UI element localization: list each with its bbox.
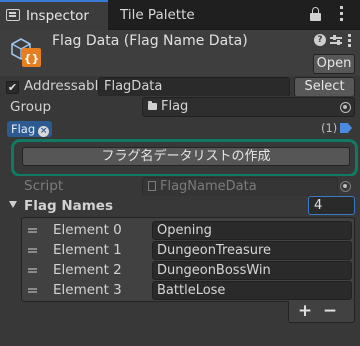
- inspector-bottom-space: [0, 326, 360, 346]
- drag-handle-icon[interactable]: [28, 248, 37, 250]
- remove-element-button[interactable]: −: [319, 302, 341, 320]
- label-count: (1): [321, 121, 338, 135]
- group-target-icon[interactable]: [340, 102, 351, 113]
- window-tab-bar: Inspector Tile Palette: [0, 0, 360, 30]
- script-field: FlagNameData: [142, 177, 338, 197]
- flag-names-label: Flag Names: [24, 198, 113, 214]
- tab-tile-palette-label: Tile Palette: [120, 7, 195, 23]
- label-chip[interactable]: Flag ×: [7, 121, 53, 137]
- script-value: FlagNameData: [160, 179, 257, 194]
- svg-text:{}: {}: [24, 52, 40, 65]
- element-value-field[interactable]: Opening: [152, 221, 352, 240]
- element-value-field[interactable]: DungeonBossWin: [152, 261, 352, 280]
- group-dropdown[interactable]: Flag: [142, 97, 355, 117]
- kebab-menu-icon[interactable]: [348, 34, 351, 48]
- script-target-icon: [340, 181, 351, 192]
- group-row: Group Flag: [0, 96, 360, 118]
- group-value: Flag: [161, 99, 189, 114]
- tag-icon[interactable]: [340, 123, 352, 133]
- list-item: Element 0 Opening: [22, 220, 354, 240]
- list-item: Element 3 BattleLose: [22, 280, 354, 300]
- tab-tile-palette[interactable]: Tile Palette: [120, 0, 195, 30]
- lock-icon[interactable]: [310, 7, 321, 21]
- list-item: Element 2 DungeonBossWin: [22, 260, 354, 280]
- element-label: Element 2: [53, 262, 122, 278]
- tab-inspector[interactable]: Inspector: [0, 0, 108, 30]
- drag-handle-icon[interactable]: [28, 288, 37, 290]
- help-icon[interactable]: ?: [314, 34, 326, 46]
- flag-names-list: Element 0 Opening Element 1 DungeonTreas…: [21, 217, 355, 302]
- script-label: Script: [24, 178, 64, 194]
- create-flag-list-button[interactable]: フラグ名データリストの作成: [22, 147, 350, 166]
- script-file-icon: [148, 181, 156, 191]
- element-value-field[interactable]: BattleLose: [152, 281, 352, 300]
- open-button[interactable]: Open: [313, 54, 355, 74]
- drag-handle-icon[interactable]: [28, 268, 37, 270]
- preset-sliders-icon[interactable]: [330, 35, 342, 46]
- list-size-field[interactable]: 4: [308, 196, 355, 215]
- group-label: Group: [10, 99, 52, 115]
- tab-inspector-label: Inspector: [26, 8, 89, 24]
- drag-handle-icon[interactable]: [28, 228, 37, 230]
- element-value-field[interactable]: DungeonTreasure: [152, 241, 352, 260]
- add-element-button[interactable]: +: [294, 302, 316, 320]
- labels-row: Flag × (1): [0, 117, 360, 139]
- asset-header: {} Flag Data (Flag Name Data) ? Open: [0, 30, 360, 76]
- select-button[interactable]: Select: [294, 77, 355, 97]
- scriptable-object-icon: {}: [11, 38, 41, 67]
- label-chip-text: Flag: [11, 122, 36, 136]
- element-label: Element 0: [53, 222, 122, 238]
- address-field[interactable]: FlagData: [98, 77, 290, 97]
- foldout-arrow-icon[interactable]: [9, 201, 17, 208]
- addressable-checkbox[interactable]: ✔: [6, 81, 19, 94]
- kebab-menu-icon[interactable]: [340, 6, 344, 22]
- inspector-icon: [6, 9, 20, 21]
- addressable-row: ✔ Addressable FlagData Select: [0, 76, 360, 98]
- asset-title: Flag Data (Flag Name Data): [52, 33, 248, 49]
- addressable-label: Addressable: [24, 78, 107, 94]
- remove-label-icon[interactable]: ×: [38, 126, 50, 137]
- flag-names-header[interactable]: Flag Names: [0, 196, 360, 216]
- element-label: Element 3: [53, 282, 122, 298]
- list-footer: + −: [288, 301, 355, 323]
- list-item: Element 1 DungeonTreasure: [22, 240, 354, 260]
- script-row: Script FlagNameData: [0, 176, 360, 197]
- element-label: Element 1: [53, 242, 122, 258]
- folder-icon: [148, 101, 157, 110]
